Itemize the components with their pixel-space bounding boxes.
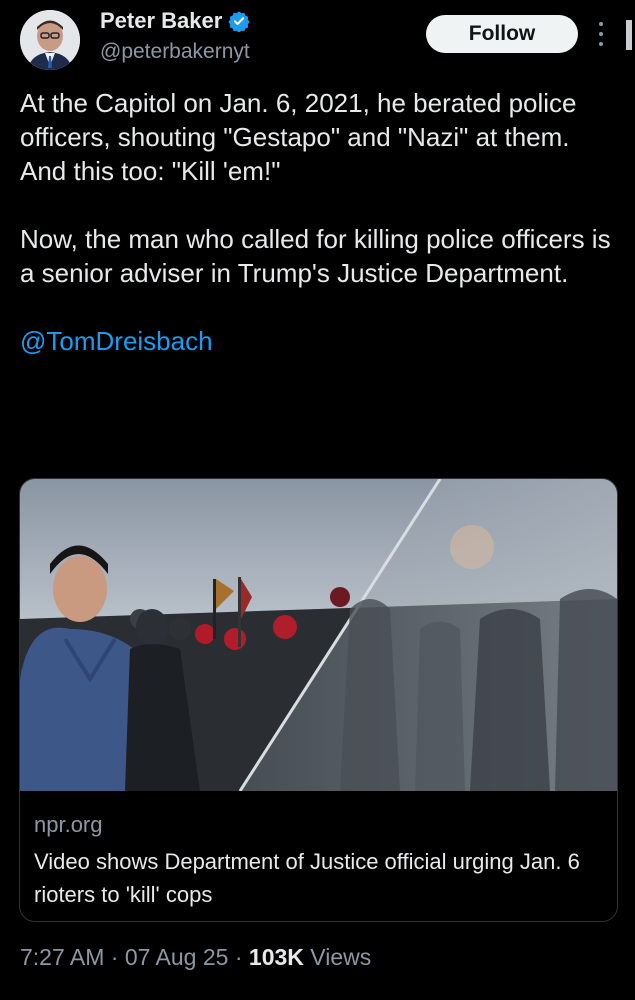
link-card[interactable]: npr.org Video shows Department of Justic…	[19, 478, 618, 922]
more-vertical-icon[interactable]	[598, 22, 604, 46]
author-name[interactable]: Peter Baker	[100, 8, 222, 34]
tweet-date[interactable]: 07 Aug 25	[125, 944, 229, 970]
meta-separator: ·	[104, 944, 125, 970]
avatar[interactable]	[20, 10, 80, 70]
tweet-paragraph-1: At the Capitol on Jan. 6, 2021, he berat…	[20, 88, 577, 186]
meta-separator: ·	[228, 944, 249, 970]
author-handle[interactable]: @peterbakernyt	[100, 40, 250, 64]
follow-button[interactable]: Follow	[426, 15, 578, 53]
card-domain: npr.org	[34, 812, 103, 837]
author-name-row[interactable]: Peter Baker	[100, 8, 250, 34]
views-count[interactable]: 103K	[249, 944, 304, 970]
mention-link[interactable]: @TomDreisbach	[20, 324, 620, 358]
scroll-indicator	[626, 20, 632, 50]
views-label: Views	[303, 944, 372, 970]
tweet-text: At the Capitol on Jan. 6, 2021, he berat…	[20, 86, 620, 358]
tweet-time[interactable]: 7:27 AM	[20, 944, 104, 970]
card-title[interactable]: Video shows Department of Justice offici…	[34, 845, 594, 911]
verified-badge-icon	[228, 10, 250, 33]
tweet-paragraph-2: Now, the man who called for killing poli…	[20, 224, 611, 288]
card-image[interactable]	[20, 479, 617, 792]
tweet-meta: 7:27 AM · 07 Aug 25 · 103K Views	[20, 944, 371, 971]
